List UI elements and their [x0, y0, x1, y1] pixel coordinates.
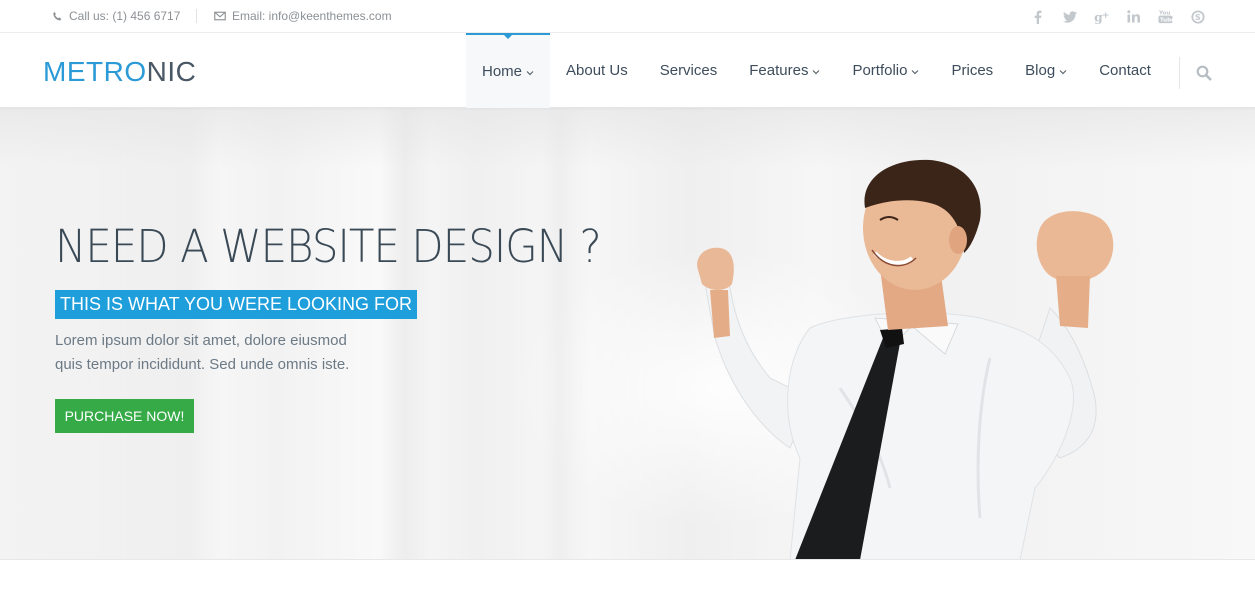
nav-label: Contact: [1099, 62, 1151, 79]
chevron-down-icon: [911, 67, 919, 77]
nav-item-contact[interactable]: Contact: [1083, 33, 1167, 108]
logo-text-part2: NIC: [146, 56, 197, 87]
top-bar: Call us: (1) 456 6717 Email: info@keenth…: [0, 0, 1255, 33]
hero-description-line2: quis tempor incididunt. Sed unde omnis i…: [55, 356, 350, 373]
nav-item-prices[interactable]: Prices: [935, 33, 1009, 108]
nav-item-portfolio[interactable]: Portfolio: [836, 33, 935, 108]
search-icon: [1196, 65, 1212, 84]
envelope-icon: [214, 11, 226, 21]
purchase-now-button[interactable]: PURCHASE NOW!: [55, 399, 194, 433]
chevron-down-icon: [526, 68, 534, 78]
logo[interactable]: METRONIC: [43, 56, 196, 88]
email-text: Email: info@keenthemes.com: [232, 9, 392, 23]
section-divider: [0, 559, 1255, 560]
email-contact[interactable]: Email: info@keenthemes.com: [214, 9, 392, 23]
phone-icon: [52, 11, 63, 22]
linkedin-icon[interactable]: [1124, 7, 1143, 26]
nav-item-features[interactable]: Features: [733, 33, 836, 108]
youtube-icon[interactable]: YouTube: [1156, 7, 1175, 26]
hero-person-image: [697, 159, 1114, 559]
nav-item-blog[interactable]: Blog: [1009, 33, 1083, 108]
nav-divider: [1179, 57, 1180, 89]
nav-label: Features: [749, 62, 809, 79]
nav-label: Home: [482, 63, 523, 80]
chevron-down-icon: [1059, 67, 1067, 77]
main-nav: Home About Us Services Features Portfoli…: [466, 33, 1167, 108]
social-links: g+ YouTube S: [1028, 7, 1207, 26]
svg-text:Tube: Tube: [1160, 18, 1173, 24]
nav-label: Portfolio: [852, 62, 908, 79]
google-plus-icon[interactable]: g +: [1092, 7, 1111, 26]
search-button[interactable]: [1193, 63, 1215, 85]
chevron-down-icon: [812, 67, 820, 77]
active-indicator: [503, 34, 513, 39]
nav-label: Services: [659, 62, 718, 79]
hero-description-line1: Lorem ipsum dolor sit amet, dolore eiusm…: [55, 332, 347, 349]
skype-icon[interactable]: S: [1188, 7, 1207, 26]
nav-label: Blog: [1025, 62, 1056, 79]
nav-item-home[interactable]: Home: [466, 33, 551, 108]
nav-item-about-us[interactable]: About Us: [550, 33, 644, 108]
topbar-divider: [196, 9, 197, 23]
svg-text:S: S: [1194, 13, 1200, 22]
phone-contact: Call us: (1) 456 6717: [52, 9, 180, 23]
hero-title: NEED A WEBSITE DESIGN ?: [55, 220, 602, 273]
nav-item-services[interactable]: Services: [644, 33, 734, 108]
svg-text:+: +: [1102, 10, 1109, 20]
facebook-icon[interactable]: [1028, 7, 1047, 26]
twitter-icon[interactable]: [1060, 7, 1079, 26]
logo-text-part1: METRO: [43, 56, 147, 87]
main-header: METRONIC Home About Us Services Features…: [0, 33, 1255, 108]
phone-text: Call us: (1) 456 6717: [69, 9, 181, 23]
hero-description: Lorem ipsum dolor sit amet, dolore eiusm…: [55, 329, 395, 377]
nav-label: About Us: [566, 62, 628, 79]
nav-label: Prices: [951, 62, 994, 79]
hero-slider: NEED A WEBSITE DESIGN ? THIS IS WHAT YOU…: [0, 108, 1255, 559]
hero-subtitle: THIS IS WHAT YOU WERE LOOKING FOR: [55, 290, 418, 319]
